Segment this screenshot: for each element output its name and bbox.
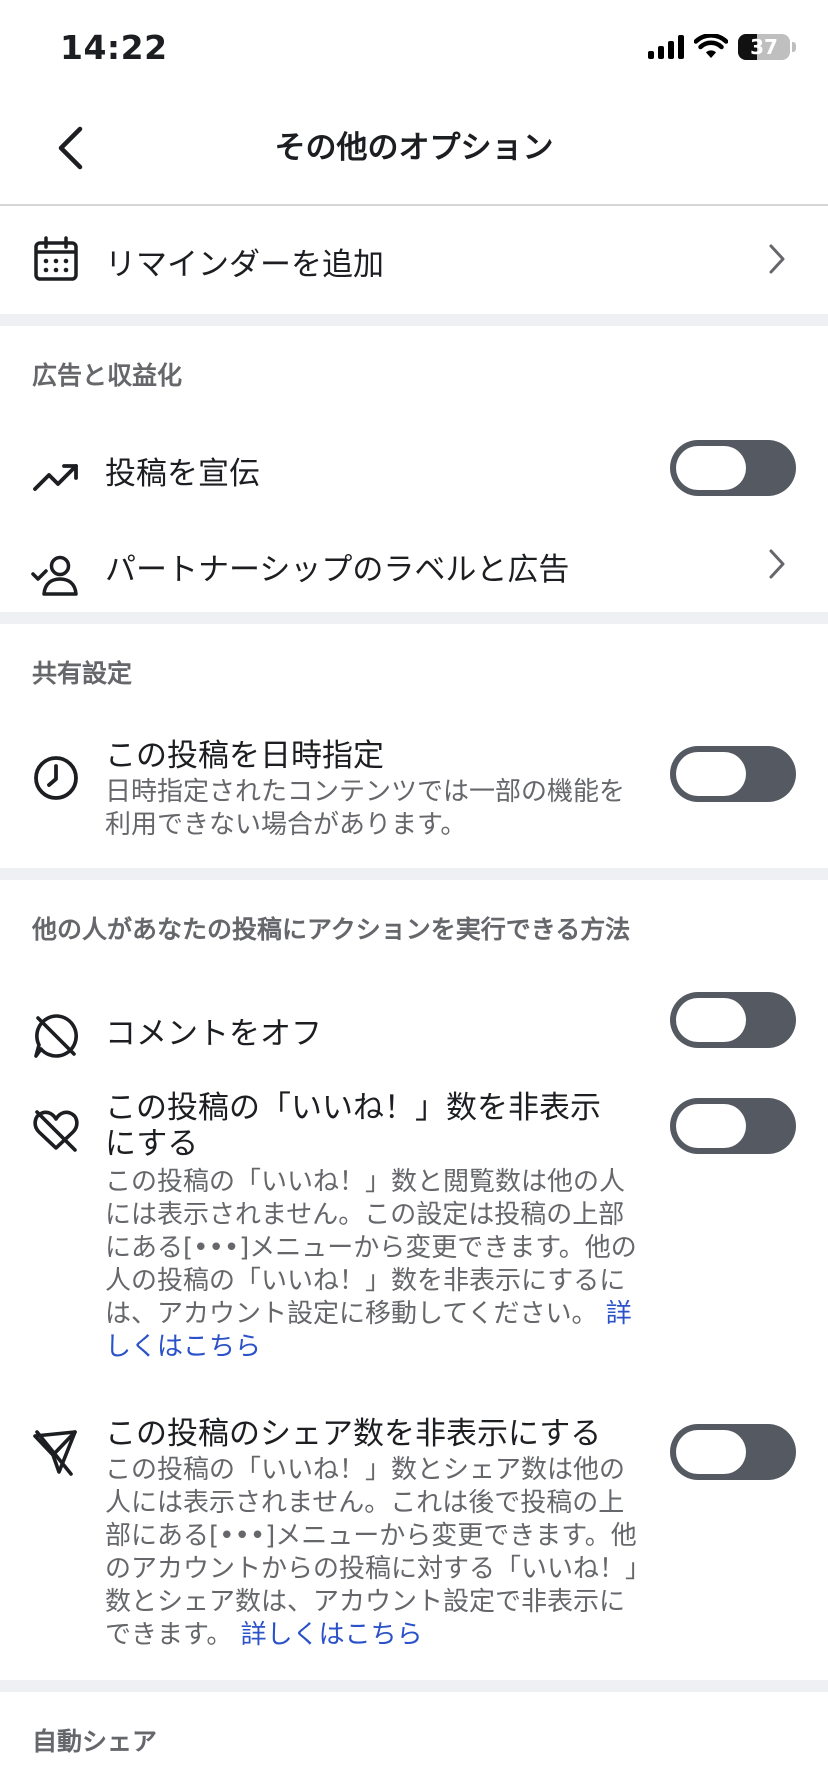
chevron-right-icon [762, 544, 792, 584]
hide-shares-row[interactable]: この投稿のシェア数を非表示にする この投稿の「いいね！」数とシェア数は他の人には… [0, 1414, 828, 1654]
heart-off-icon [30, 1104, 82, 1156]
battery-icon: 37 [738, 34, 790, 60]
hide-likes-desc-text: この投稿の「いいね！」数と閲覧数は他の人には表示されません。この設定は投稿の上部… [105, 1167, 637, 1329]
status-time: 14:22 [60, 28, 168, 67]
page-title: その他のオプション [274, 130, 554, 166]
ads-section-title: 広告と収益化 [32, 361, 183, 390]
hide-likes-toggle[interactable] [670, 1098, 796, 1154]
clock-icon [30, 752, 82, 804]
status-bar: 14:22 37 [0, 0, 828, 100]
hide-shares-description: この投稿の「いいね！」数とシェア数は他の人には表示されません。これは後で投稿の上… [105, 1454, 645, 1652]
actions-section-title: 他の人があなたの投稿にアクションを実行できる方法 [32, 915, 631, 944]
hide-likes-row[interactable]: この投稿の「いいね！」数を非表示にする この投稿の「いいね！」数と閲覧数は他の人… [0, 1090, 828, 1370]
comment-off-icon [30, 1010, 82, 1062]
calendar-icon [30, 233, 82, 285]
person-check-icon [30, 550, 82, 602]
status-icons: 37 [648, 34, 796, 60]
learn-more-link[interactable]: 詳しくはこちら [241, 1620, 423, 1650]
add-reminder-label: リマインダーを追加 [105, 247, 384, 283]
auto-share-section-title: 自動シェア [32, 1727, 158, 1756]
cellular-signal-icon [648, 35, 684, 59]
comments-off-row[interactable]: コメントをオフ [0, 988, 828, 1084]
section-divider [0, 1680, 828, 1692]
header: その他のオプション [0, 100, 828, 206]
schedule-post-toggle[interactable] [670, 746, 796, 802]
hide-likes-title: この投稿の「いいね！」数を非表示にする [105, 1090, 601, 1162]
schedule-post-description: 日時指定されたコンテンツでは一部の機能を利用できない場合があります。 [105, 777, 626, 840]
hide-shares-toggle[interactable] [670, 1424, 796, 1480]
hide-likes-description: この投稿の「いいね！」数と閲覧数は他の人には表示されません。この設定は投稿の上部… [105, 1166, 645, 1364]
comments-off-toggle[interactable] [670, 992, 796, 1048]
section-divider [0, 314, 828, 326]
wifi-icon [694, 34, 728, 58]
trending-up-icon [30, 452, 82, 504]
comments-off-label: コメントをオフ [105, 1016, 322, 1052]
promote-post-label: 投稿を宣伝 [105, 456, 260, 492]
share-off-icon [30, 1426, 82, 1478]
sharing-section-title: 共有設定 [32, 659, 133, 688]
partnership-ads-label: パートナーシップのラベルと広告 [105, 552, 570, 588]
schedule-post-title: この投稿を日時指定 [105, 738, 384, 774]
hide-shares-title: この投稿のシェア数を非表示にする [105, 1416, 602, 1452]
section-divider [0, 868, 828, 880]
section-divider [0, 612, 828, 624]
add-reminder-row[interactable]: リマインダーを追加 [0, 206, 828, 312]
battery-level: 37 [750, 35, 778, 59]
promote-post-toggle[interactable] [670, 440, 796, 496]
promote-post-row[interactable]: 投稿を宣伝 [0, 430, 828, 526]
schedule-post-row[interactable]: この投稿を日時指定 日時指定されたコンテンツでは一部の機能を利用できない場合があ… [0, 730, 828, 860]
chevron-right-icon [762, 239, 792, 279]
